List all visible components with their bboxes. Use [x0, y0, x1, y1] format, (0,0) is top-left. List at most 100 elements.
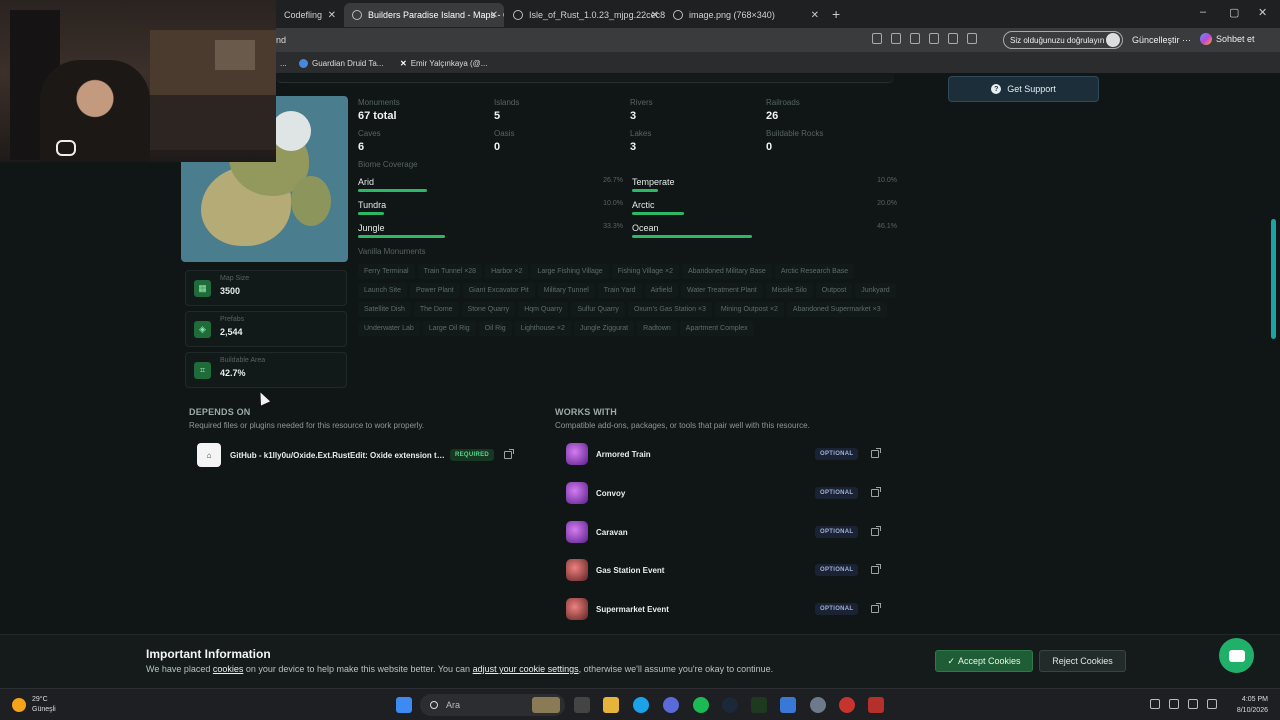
tab-favicon-icon: [352, 10, 362, 20]
works-with-name[interactable]: Gas Station Event: [596, 566, 664, 575]
maximize-button[interactable]: ▢: [1229, 6, 1239, 19]
refresh-icon[interactable]: [948, 33, 958, 44]
optional-badge: OPTIONAL: [815, 526, 859, 538]
cookie-banner: Important Information We have placed coo…: [0, 634, 1280, 688]
new-tab-button[interactable]: +: [832, 6, 840, 22]
stat-islands: Islands 5: [494, 98, 519, 122]
tab-title: Isle_of_Rust_1.0.23_mjpg.22cec8: [529, 10, 665, 20]
external-link-icon[interactable]: [504, 449, 514, 459]
task-view-icon[interactable]: [574, 697, 590, 713]
spotify-icon[interactable]: [693, 697, 709, 713]
biome-name: Ocean: [632, 223, 659, 233]
biome-bar-track: [632, 189, 897, 192]
system-clock[interactable]: 4:05 PM 8/10/2026: [1228, 694, 1268, 716]
tab-builders-paradise[interactable]: Builders Paradise Island - Maps - C ✕: [344, 3, 504, 27]
tab-close-icon[interactable]: ✕: [490, 10, 498, 21]
works-with-name[interactable]: Convoy: [596, 489, 625, 498]
biome-name: Jungle: [358, 223, 385, 233]
chat-button[interactable]: Sohbet et: [1200, 33, 1255, 45]
microphone-icon[interactable]: [1169, 699, 1179, 709]
bookmark-item[interactable]: ...: [280, 59, 287, 68]
translate-icon[interactable]: [891, 33, 901, 44]
page-scrollbar-thumb[interactable]: [1271, 219, 1276, 339]
tile-value: 2,544: [220, 327, 243, 337]
update-button[interactable]: Güncelleştir ···: [1132, 35, 1191, 45]
app-icon[interactable]: [839, 697, 855, 713]
start-menu-icon[interactable]: [396, 697, 412, 713]
stat-oasis: Oasis 0: [494, 129, 514, 153]
url-field[interactable]: nd: [276, 35, 286, 45]
works-with-name[interactable]: Supermarket Event: [596, 605, 669, 614]
reader-icon[interactable]: [872, 33, 882, 44]
steam-icon[interactable]: [722, 697, 738, 713]
settings-icon[interactable]: [810, 697, 826, 713]
discord-icon[interactable]: [663, 697, 679, 713]
reject-label: Reject Cookies: [1052, 656, 1113, 666]
accept-cookies-button[interactable]: ✓ Accept Cookies: [935, 650, 1033, 672]
biome-tundra: Tundra 10.0%: [358, 200, 623, 220]
tab-close-icon[interactable]: ✕: [651, 10, 659, 21]
network-icon[interactable]: [1188, 699, 1198, 709]
terminal-icon[interactable]: [751, 697, 767, 713]
dependency-item[interactable]: ⌂ GitHub - k1lly0u/Oxide.Ext.RustEdit: O…: [197, 443, 519, 467]
window-close-button[interactable]: ✕: [1258, 6, 1267, 19]
notepad-icon[interactable]: [780, 697, 796, 713]
monument-tag: Satellite Dish: [358, 302, 411, 317]
cookie-text-part: on your device to help make this website…: [243, 664, 473, 674]
app-icon[interactable]: [910, 33, 920, 44]
stat-buildable-rocks: Buildable Rocks 0: [766, 129, 823, 153]
bookmark-label: ...: [280, 59, 287, 68]
works-with-item-armored-train[interactable]: Armored Train OPTIONAL: [560, 440, 885, 470]
webcam-overlay: [0, 0, 276, 162]
stat-label: Caves: [358, 129, 381, 138]
external-link-icon[interactable]: [871, 526, 881, 536]
external-link-icon[interactable]: [871, 603, 881, 613]
external-link-icon[interactable]: [871, 487, 881, 497]
tile-map-size: ▦ Map Size 3500: [185, 270, 347, 306]
tab-close-icon[interactable]: ✕: [328, 10, 336, 21]
monument-tag: Mining Outpost ×2: [714, 302, 784, 317]
bookmark-emir[interactable]: ✕ Emir Yalçınkaya (@...: [400, 59, 487, 68]
works-with-item-supermarket-event[interactable]: Supermarket Event OPTIONAL: [560, 595, 885, 625]
more-menu-icon[interactable]: ···: [1182, 35, 1191, 45]
monument-tag: Junkyard: [855, 283, 896, 298]
biome-bar-fill: [632, 189, 658, 192]
file-explorer-icon[interactable]: [603, 697, 619, 713]
search-icon: [430, 701, 438, 709]
minimize-button[interactable]: –: [1200, 6, 1206, 18]
cookies-link[interactable]: cookies: [213, 664, 244, 674]
chevron-up-icon[interactable]: [1150, 699, 1160, 709]
volume-icon[interactable]: [1207, 699, 1217, 709]
works-with-name[interactable]: Caravan: [596, 528, 628, 537]
biome-name: Arid: [358, 177, 375, 187]
chat-bubble-button[interactable]: [1219, 638, 1254, 673]
tab-image-png[interactable]: image.png (768×340) ✕: [665, 3, 825, 27]
dependency-title[interactable]: GitHub - k1lly0u/Oxide.Ext.RustEdit: Oxi…: [230, 451, 445, 460]
bookmark-guardian-druid[interactable]: Guardian Druid Ta...: [299, 59, 383, 68]
game-app-icon[interactable]: [868, 697, 884, 713]
cookie-settings-link[interactable]: adjust your cookie settings: [473, 664, 579, 674]
depends-on-heading: DEPENDS ON: [189, 407, 251, 417]
x-logo-icon: ✕: [400, 59, 407, 68]
favorites-icon[interactable]: [967, 33, 977, 44]
page-scrollbar[interactable]: [1270, 74, 1278, 634]
tile-buildable-area: ⌗ Buildable Area 42.7%: [185, 352, 347, 388]
biome-arctic: Arctic 20.0%: [632, 200, 897, 220]
stat-value: 3: [630, 141, 637, 153]
works-with-item-caravan[interactable]: Caravan OPTIONAL: [560, 518, 885, 548]
favorite-star-icon[interactable]: [929, 33, 939, 44]
reject-cookies-button[interactable]: Reject Cookies: [1039, 650, 1126, 672]
external-link-icon[interactable]: [871, 448, 881, 458]
edge-browser-icon[interactable]: [633, 697, 649, 713]
tab-isle-of-rust[interactable]: Isle_of_Rust_1.0.23_mjpg.22cec8 ✕: [505, 3, 665, 27]
works-with-item-gas-station-event[interactable]: Gas Station Event OPTIONAL: [560, 556, 885, 586]
external-link-icon[interactable]: [871, 564, 881, 574]
get-support-button[interactable]: ? Get Support: [948, 76, 1099, 102]
tab-close-icon[interactable]: ✕: [811, 10, 819, 21]
works-with-name[interactable]: Armored Train: [596, 450, 651, 459]
monument-tag: Outpost: [815, 283, 853, 298]
weather-widget[interactable]: 29°C Güneşli: [12, 695, 56, 715]
verify-identity-pill[interactable]: Siz olduğunuzu doğrulayın: [1003, 31, 1123, 49]
works-with-item-convoy[interactable]: Convoy OPTIONAL: [560, 479, 885, 509]
tab-codefling[interactable]: Codefling ✕: [276, 3, 342, 27]
